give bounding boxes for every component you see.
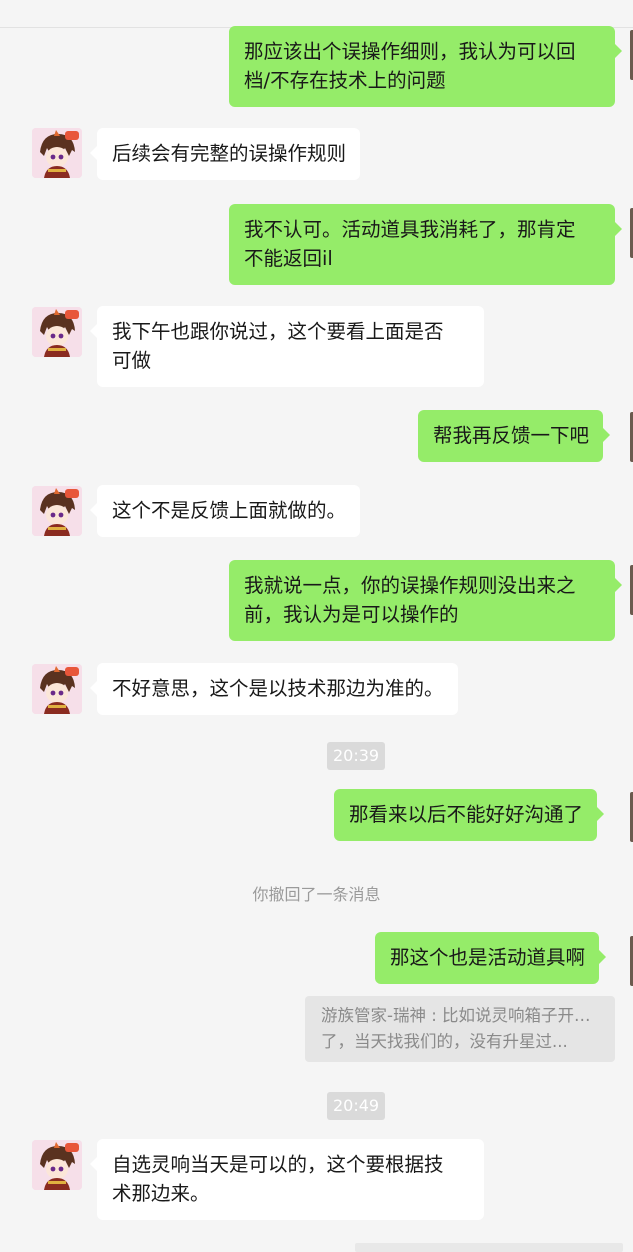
message-line: 我下午也跟你说过，这个要看上面是否 [112, 320, 444, 343]
message-bubble-outgoing[interactable]: 帮我再反馈一下吧 [418, 410, 611, 462]
message-bubble-outgoing[interactable]: 那看来以后不能好好沟通了 [334, 789, 605, 841]
character-avatar-icon [32, 1140, 82, 1190]
message-line: 不好意思，这个是以技术那边为准的。 [112, 677, 444, 700]
message-line: 可做 [112, 349, 152, 372]
message-bubble-incoming[interactable]: 后续会有完整的误操作规则 [89, 128, 361, 180]
image-message-thumbnail[interactable] [355, 1243, 623, 1252]
message-bubble-outgoing[interactable]: 那这个也是活动道具啊 [375, 932, 607, 984]
message-bubble-outgoing[interactable]: 那应该出个误操作细则，我认为可以回 档/不存在技术上的问题 [229, 26, 622, 107]
message-bubble-outgoing[interactable]: 我不认可。活动道具我消耗了，那肯定 不能返回il [229, 204, 622, 285]
message-line: 自选灵响当天是可以的，这个要根据技 [112, 1153, 444, 1176]
message-line: 前，我认为是可以操作的 [244, 603, 459, 626]
message-line: 我不认可。活动道具我消耗了，那肯定 [244, 218, 576, 241]
character-avatar-icon [32, 486, 82, 536]
message-line: 这个不是反馈上面就做的。 [112, 499, 347, 522]
contact-avatar[interactable] [32, 307, 82, 357]
message-bubble-incoming[interactable]: 这个不是反馈上面就做的。 [89, 485, 361, 537]
character-avatar-icon [32, 664, 82, 714]
message-line: 术那边来。 [112, 1182, 210, 1205]
message-line: 档/不存在技术上的问题 [244, 69, 446, 92]
quoted-message[interactable]: 游族管家-瑞神 : 比如说灵响箱子开了， 了，当天找我们的，没有升星过... [305, 996, 615, 1062]
timestamp: 20:39 [327, 742, 386, 770]
message-bubble-incoming[interactable]: 我下午也跟你说过，这个要看上面是否 可做 [90, 306, 484, 387]
message-bubble-incoming[interactable]: 自选灵响当天是可以的，这个要根据技 术那边来。 [90, 1139, 484, 1220]
character-avatar-icon [32, 128, 82, 178]
message-line: 那应该出个误操作细则，我认为可以回 [244, 40, 576, 63]
message-line: 不能返回il [244, 247, 333, 270]
recall-notice: 你撤回了一条消息 [252, 885, 381, 904]
quote-line: 游族管家-瑞神 : 比如说灵响箱子开了， [321, 1006, 601, 1025]
character-avatar-icon [32, 307, 82, 357]
message-line: 我就说一点，你的误操作规则没出来之 [244, 574, 576, 597]
message-bubble-incoming[interactable]: 不好意思，这个是以技术那边为准的。 [90, 663, 458, 715]
message-line: 后续会有完整的误操作规则 [112, 142, 347, 165]
contact-avatar[interactable] [32, 664, 82, 714]
quote-line: 了，当天找我们的，没有升星过... [321, 1032, 568, 1051]
contact-avatar[interactable] [32, 486, 82, 536]
timestamp: 20:49 [327, 1092, 386, 1120]
contact-avatar[interactable] [32, 1140, 82, 1190]
message-line: 那这个也是活动道具啊 [390, 946, 586, 969]
message-line: 帮我再反馈一下吧 [433, 424, 590, 447]
message-bubble-outgoing[interactable]: 我就说一点，你的误操作规则没出来之 前，我认为是可以操作的 [229, 560, 622, 641]
contact-avatar[interactable] [32, 128, 82, 178]
message-line: 那看来以后不能好好沟通了 [349, 803, 584, 826]
